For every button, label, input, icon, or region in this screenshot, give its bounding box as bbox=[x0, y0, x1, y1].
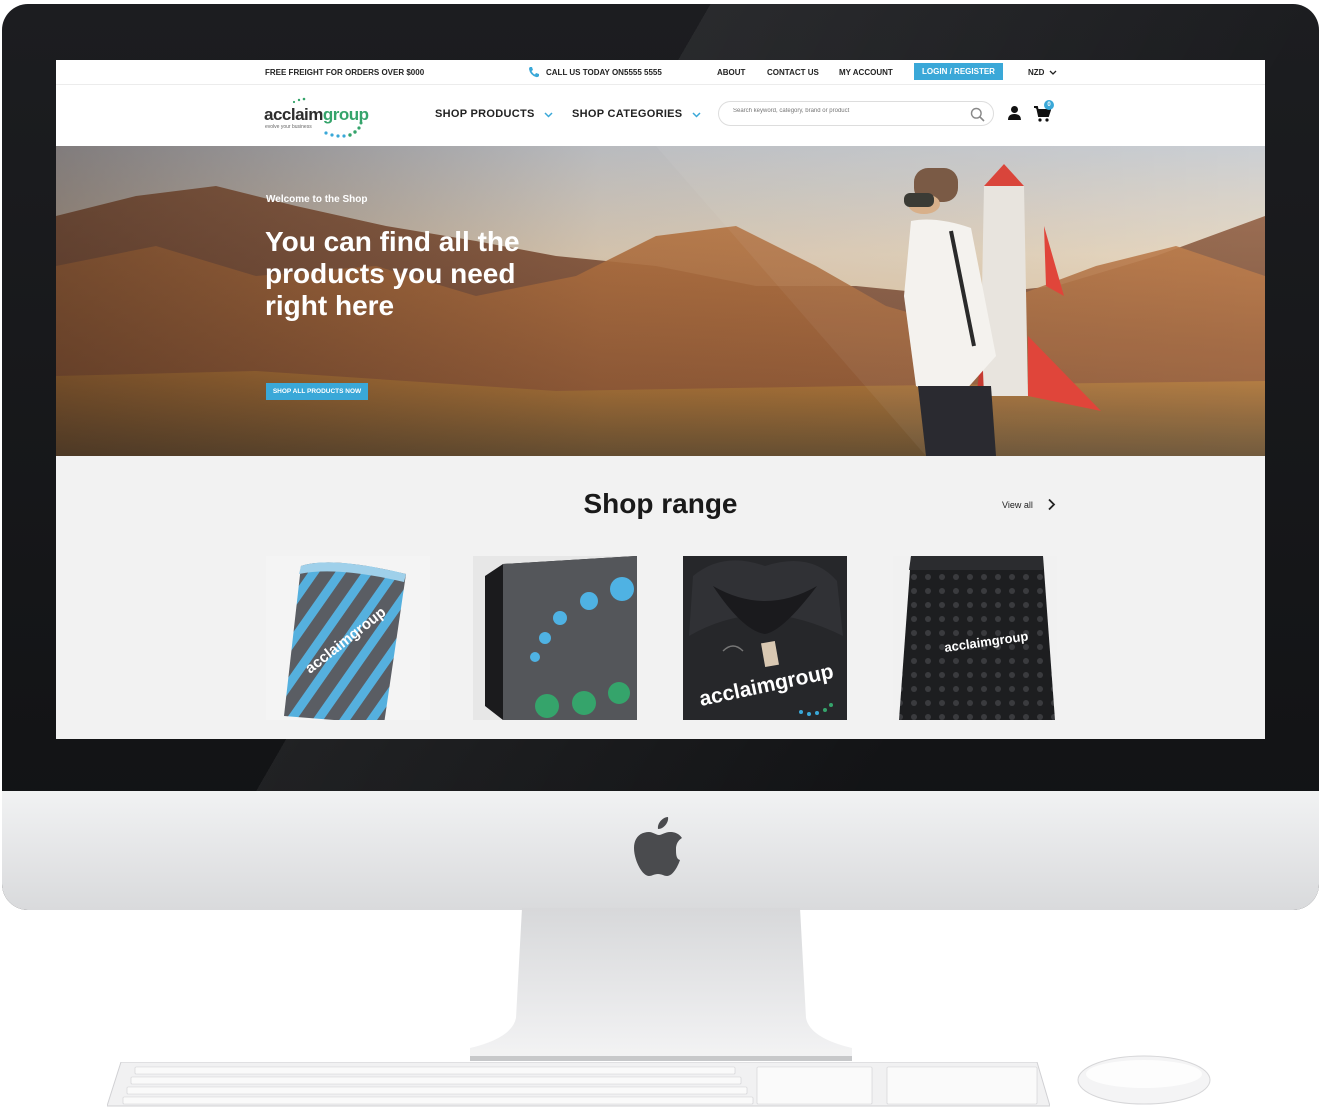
product-card-can[interactable]: acclaimgroup bbox=[266, 556, 430, 720]
product-card-book[interactable] bbox=[473, 556, 637, 720]
nav-shop-products[interactable]: SHOP PRODUCTS bbox=[435, 108, 553, 120]
hero-background-image bbox=[56, 146, 1265, 456]
chevron-down-icon bbox=[1049, 70, 1057, 75]
view-all-link[interactable]: View all bbox=[1002, 500, 1033, 510]
website-screen: FREE FREIGHT FOR ORDERS OVER $000 CALL U… bbox=[56, 60, 1265, 739]
search-bar bbox=[718, 101, 994, 126]
currency-value: NZD bbox=[1028, 68, 1045, 77]
nav-shop-products-label: SHOP PRODUCTS bbox=[435, 108, 535, 120]
hero-banner: Welcome to the Shop You can find all the… bbox=[56, 146, 1265, 456]
shop-all-products-button[interactable]: SHOP ALL PRODUCTS NOW bbox=[266, 383, 368, 400]
logo-tagline: evolve your business bbox=[265, 124, 312, 130]
apple-logo-icon bbox=[634, 817, 682, 876]
mouse bbox=[1077, 1055, 1211, 1105]
chevron-down-icon bbox=[692, 112, 701, 118]
search-icon[interactable] bbox=[970, 107, 985, 122]
nav-shop-categories-label: SHOP CATEGORIES bbox=[572, 108, 683, 120]
hero-title: You can find all the products you need r… bbox=[265, 226, 520, 321]
product-card-hoodie[interactable]: acclaimgroup bbox=[683, 556, 847, 720]
keyboard bbox=[107, 1062, 1050, 1107]
phone-number[interactable]: 5555 5555 bbox=[624, 68, 662, 77]
call-label: CALL US TODAY ON: bbox=[546, 68, 627, 77]
hero-kicker: Welcome to the Shop bbox=[266, 194, 368, 205]
acclaim-group-logo[interactable]: acclaimgroup evolve your business bbox=[264, 93, 369, 141]
product-hoodie-image: acclaimgroup bbox=[683, 556, 847, 720]
site-header: acclaimgroup evolve your business SHOP P… bbox=[56, 85, 1265, 146]
cart-button[interactable]: 0 bbox=[1033, 100, 1057, 123]
login-register-button[interactable]: LOGIN / REGISTER bbox=[914, 63, 1003, 80]
chevron-down-icon bbox=[544, 112, 553, 118]
product-pouch-image: acclaimgroup bbox=[899, 556, 1055, 720]
shop-range-section: Shop range View all acclaimgroup acclaim… bbox=[56, 456, 1265, 739]
logo-main: acclaim bbox=[264, 105, 323, 124]
imac-stand bbox=[470, 908, 852, 1061]
chevron-right-icon[interactable] bbox=[1046, 498, 1056, 511]
currency-selector[interactable]: NZD bbox=[1028, 68, 1057, 77]
cart-count-badge: 0 bbox=[1044, 100, 1054, 110]
topbar-link-my-account[interactable]: MY ACCOUNT bbox=[839, 68, 893, 77]
product-book-image bbox=[485, 556, 637, 720]
search-input[interactable] bbox=[733, 108, 953, 114]
product-can-image: acclaimgroup bbox=[284, 562, 406, 720]
logo-accent: group bbox=[322, 105, 369, 124]
nav-shop-categories[interactable]: SHOP CATEGORIES bbox=[572, 108, 701, 120]
topbar-link-about[interactable]: ABOUT bbox=[717, 68, 745, 77]
top-bar: FREE FREIGHT FOR ORDERS OVER $000 CALL U… bbox=[56, 60, 1265, 85]
topbar-link-contact[interactable]: CONTACT US bbox=[767, 68, 819, 77]
shop-range-title: Shop range bbox=[583, 488, 738, 519]
user-account-icon[interactable] bbox=[1007, 105, 1022, 121]
logo-wordmark: acclaimgroup bbox=[264, 105, 369, 125]
phone-icon bbox=[529, 67, 539, 78]
free-freight-notice: FREE FREIGHT FOR ORDERS OVER $000 bbox=[265, 68, 425, 77]
product-card-pouch[interactable]: acclaimgroup bbox=[893, 556, 1057, 720]
